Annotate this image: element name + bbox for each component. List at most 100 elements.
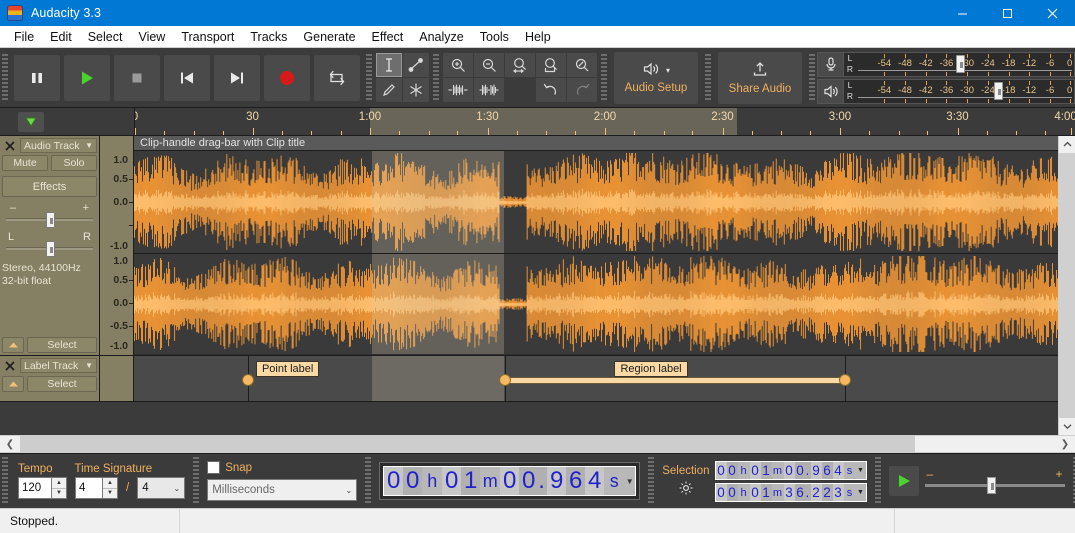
select-label-track-button[interactable]: Select (27, 376, 97, 392)
share-audio-toolbar-grabber[interactable] (703, 48, 713, 107)
time-digit[interactable]: 4 (585, 467, 605, 495)
chevron-down-icon[interactable]: ▼ (855, 483, 866, 501)
play-at-speed-button[interactable] (888, 466, 919, 496)
time-digit[interactable]: 1 (760, 483, 772, 501)
time-digit[interactable]: 6 (821, 461, 833, 479)
time-unit-h[interactable]: h (422, 467, 443, 495)
scroll-up-button[interactable] (1059, 136, 1075, 153)
playback-meter-scale[interactable]: -54 -48 -42 -36 -30 -24 -18 -12 -6 0 (856, 79, 1074, 103)
audio-setup-button[interactable]: ▾ Audio Setup (614, 51, 698, 104)
point-label-handle[interactable] (241, 374, 254, 386)
skip-to-start-button[interactable] (164, 54, 210, 101)
time-signature-lower-select[interactable]: 4 ⌄ (137, 477, 186, 499)
time-digit[interactable]: 6 (794, 483, 806, 501)
zoom-in-button[interactable] (443, 53, 473, 77)
selection-tool[interactable] (376, 53, 402, 77)
horizontal-scroll-thumb[interactable] (20, 436, 916, 452)
gain-slider[interactable]: – + (2, 202, 97, 228)
audio-position-digits[interactable]: 0 0 h 0 1 m 0 0. 9 6 4 s ▼ (383, 466, 637, 496)
snap-checkbox[interactable] (207, 461, 221, 474)
time-toolbar-grabber[interactable] (363, 454, 374, 508)
horizontal-scroll-track[interactable] (20, 436, 1055, 452)
selection-end-field[interactable]: 0 0 h 0 1 m 3 6. 2 2 3 s ▼ (714, 482, 867, 502)
playback-volume-slider[interactable] (994, 81, 1004, 100)
fit-project-button[interactable] (536, 53, 566, 77)
audio-track-menu[interactable]: Audio Track ▼ (20, 138, 97, 153)
time-digit[interactable]: 6 (566, 467, 586, 495)
time-digit[interactable]: 9 (547, 467, 567, 495)
time-signature-upper-value[interactable]: 4 (75, 477, 103, 499)
time-digit[interactable]: 1 (760, 461, 772, 479)
chevron-down-icon[interactable]: ▼ (624, 467, 636, 495)
tools-toolbar-grabber[interactable] (364, 48, 374, 107)
trim-audio-button[interactable] (443, 78, 473, 102)
tempo-stepper[interactable]: ▲ ▼ (52, 477, 67, 499)
selection-start-field[interactable]: 0 0 h 0 1 m 0 0. 9 6 4 s ▼ (714, 460, 867, 480)
speaker-icon[interactable] (818, 79, 844, 103)
menu-effect[interactable]: Effect (364, 27, 412, 47)
redo-button[interactable] (567, 78, 597, 102)
close-button[interactable] (1030, 0, 1075, 26)
stop-button[interactable] (114, 54, 160, 101)
waveform-channel-left[interactable] (134, 151, 1058, 253)
snap-toolbar-grabber[interactable] (191, 454, 202, 508)
menu-tools[interactable]: Tools (472, 27, 517, 47)
time-digit[interactable]: 0 (715, 461, 727, 479)
pinned-play-head-icon[interactable] (18, 111, 44, 132)
vertical-scrollbar[interactable] (1058, 136, 1075, 435)
gear-icon[interactable] (676, 479, 696, 497)
scroll-left-button[interactable]: ❮ (0, 439, 20, 450)
play-button[interactable] (64, 54, 110, 101)
time-digit[interactable]: 0 (500, 467, 520, 495)
time-digit[interactable]: 0 (442, 467, 462, 495)
region-label-chip[interactable]: Region label (614, 361, 688, 377)
time-digit[interactable]: 0 (726, 483, 738, 501)
region-label-bar[interactable] (505, 377, 846, 384)
transport-toolbar-grabber[interactable] (0, 48, 10, 107)
point-label-chip[interactable]: Point label (255, 361, 320, 377)
audio-position-field[interactable]: 0 0 h 0 1 m 0 0. 9 6 4 s ▼ (379, 462, 641, 500)
audio-clip[interactable]: Clip-handle drag-bar with Clip title (134, 136, 1058, 355)
menu-edit[interactable]: Edit (42, 27, 80, 47)
time-unit-h[interactable]: h (737, 461, 750, 479)
time-digit[interactable]: 0 (783, 461, 795, 479)
close-icon[interactable] (2, 358, 18, 373)
skip-to-end-button[interactable] (214, 54, 260, 101)
recording-volume-slider[interactable] (956, 54, 966, 73)
recording-meter-scale[interactable]: -54 -48 -42 -36 -30 -24 -18 -12 -6 0 (856, 52, 1074, 76)
envelope-tool[interactable] (403, 53, 429, 77)
time-digit[interactable]: 0 (519, 467, 539, 495)
fit-selection-button[interactable] (505, 53, 535, 77)
time-digit[interactable]: 0 (384, 467, 404, 495)
playback-meter[interactable]: L R -54 -48 -42 -36 -30 -24 -18 -12 -6 0 (817, 78, 1075, 104)
time-unit-m[interactable]: m (480, 467, 501, 495)
time-decimal-point[interactable]: . (538, 467, 548, 495)
time-signature-upper-stepper[interactable]: ▲ ▼ (103, 477, 118, 499)
maximize-button[interactable] (985, 0, 1030, 26)
menu-analyze[interactable]: Analyze (411, 27, 471, 47)
effects-button[interactable]: Effects (2, 176, 97, 197)
time-digit[interactable]: 0 (749, 461, 761, 479)
close-icon[interactable] (2, 138, 18, 153)
menu-select[interactable]: Select (80, 27, 131, 47)
chevron-down-icon[interactable]: ▼ (855, 461, 866, 479)
menu-file[interactable]: File (6, 27, 42, 47)
time-digit[interactable]: 3 (832, 483, 844, 501)
pan-slider[interactable]: L R (2, 231, 97, 257)
empty-track-space[interactable] (0, 402, 1058, 435)
collapse-up-icon[interactable] (2, 376, 24, 392)
record-button[interactable] (264, 54, 310, 101)
draw-tool[interactable] (376, 78, 402, 102)
menu-transport[interactable]: Transport (173, 27, 242, 47)
clip-drag-bar[interactable]: Clip-handle drag-bar with Clip title (134, 136, 1058, 151)
vertical-ruler[interactable]: 1.0 0.5 0.0 -1.0 1.0 0.5 0.0 -0.5 -1.0 (100, 136, 134, 355)
time-signature-toolbar-grabber[interactable] (0, 454, 10, 508)
time-digit[interactable]: 2 (821, 483, 833, 501)
gain-slider-thumb[interactable] (46, 212, 55, 228)
minimize-button[interactable] (940, 0, 985, 26)
time-unit-m[interactable]: m (771, 483, 784, 501)
vertical-scroll-thumb[interactable] (1059, 153, 1075, 418)
collapse-up-icon[interactable] (2, 337, 24, 353)
menu-generate[interactable]: Generate (295, 27, 363, 47)
snap-unit-select[interactable]: Milliseconds ⌄ (207, 479, 358, 501)
